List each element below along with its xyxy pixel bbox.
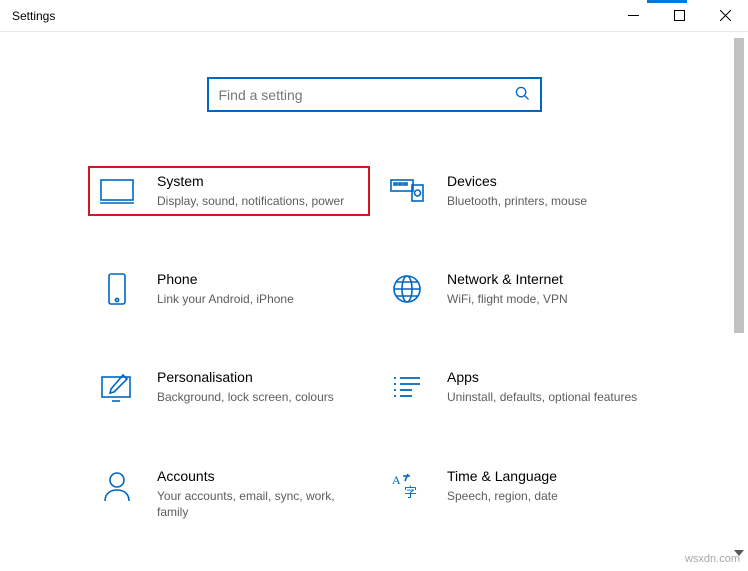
- svg-text:字: 字: [404, 485, 417, 500]
- tile-phone[interactable]: Phone Link your Android, iPhone: [89, 265, 369, 313]
- tile-desc: Speech, region, date: [447, 488, 649, 504]
- tile-network[interactable]: Network & Internet WiFi, flight mode, VP…: [379, 265, 659, 313]
- tile-desc: Bluetooth, printers, mouse: [447, 193, 649, 209]
- content-area: System Display, sound, notifications, po…: [0, 32, 748, 571]
- maximize-button[interactable]: [656, 0, 702, 31]
- system-icon: [99, 173, 135, 209]
- network-icon: [389, 271, 425, 307]
- search-container: [0, 77, 748, 112]
- window-controls: [610, 0, 748, 31]
- minimize-button[interactable]: [610, 0, 656, 31]
- phone-icon: [99, 271, 135, 307]
- close-button[interactable]: [702, 0, 748, 31]
- tile-desc: WiFi, flight mode, VPN: [447, 291, 649, 307]
- svg-text:A: A: [392, 473, 401, 487]
- tile-title: Time & Language: [447, 468, 649, 484]
- scrollbar[interactable]: [732, 38, 746, 543]
- search-icon: [515, 86, 530, 104]
- tile-desc: Display, sound, notifications, power: [157, 193, 359, 209]
- tile-accounts[interactable]: Accounts Your accounts, email, sync, wor…: [89, 462, 369, 526]
- window-title: Settings: [12, 9, 55, 23]
- tile-desc: Background, lock screen, colours: [157, 389, 359, 405]
- personalisation-icon: [99, 369, 135, 405]
- tile-desc: Your accounts, email, sync, work, family: [157, 488, 359, 520]
- accent-strip: [647, 0, 687, 3]
- tile-desc: Link your Android, iPhone: [157, 291, 359, 307]
- tile-title: Accounts: [157, 468, 359, 484]
- titlebar: Settings: [0, 0, 748, 31]
- tile-title: Devices: [447, 173, 649, 189]
- tile-title: Network & Internet: [447, 271, 649, 287]
- close-icon: [720, 10, 731, 21]
- tile-devices[interactable]: Devices Bluetooth, printers, mouse: [379, 167, 659, 215]
- watermark: wsxdn.com: [685, 553, 740, 565]
- search-input[interactable]: [219, 79, 515, 110]
- tile-personalisation[interactable]: Personalisation Background, lock screen,…: [89, 363, 369, 411]
- settings-grid: System Display, sound, notifications, po…: [0, 167, 748, 526]
- time-language-icon: A 字: [389, 468, 425, 504]
- tile-time-language[interactable]: A 字 Time & Language Speech, region, date: [379, 462, 659, 526]
- tile-system[interactable]: System Display, sound, notifications, po…: [89, 167, 369, 215]
- accounts-icon: [99, 468, 135, 504]
- maximize-icon: [674, 10, 685, 21]
- tile-desc: Uninstall, defaults, optional features: [447, 389, 649, 405]
- tile-apps[interactable]: Apps Uninstall, defaults, optional featu…: [379, 363, 659, 411]
- scrollbar-thumb[interactable]: [734, 38, 744, 333]
- tile-title: System: [157, 173, 359, 189]
- search-box[interactable]: [207, 77, 542, 112]
- devices-icon: [389, 173, 425, 209]
- tile-title: Phone: [157, 271, 359, 287]
- apps-icon: [389, 369, 425, 405]
- tile-title: Apps: [447, 369, 649, 385]
- minimize-icon: [628, 10, 639, 21]
- tile-title: Personalisation: [157, 369, 359, 385]
